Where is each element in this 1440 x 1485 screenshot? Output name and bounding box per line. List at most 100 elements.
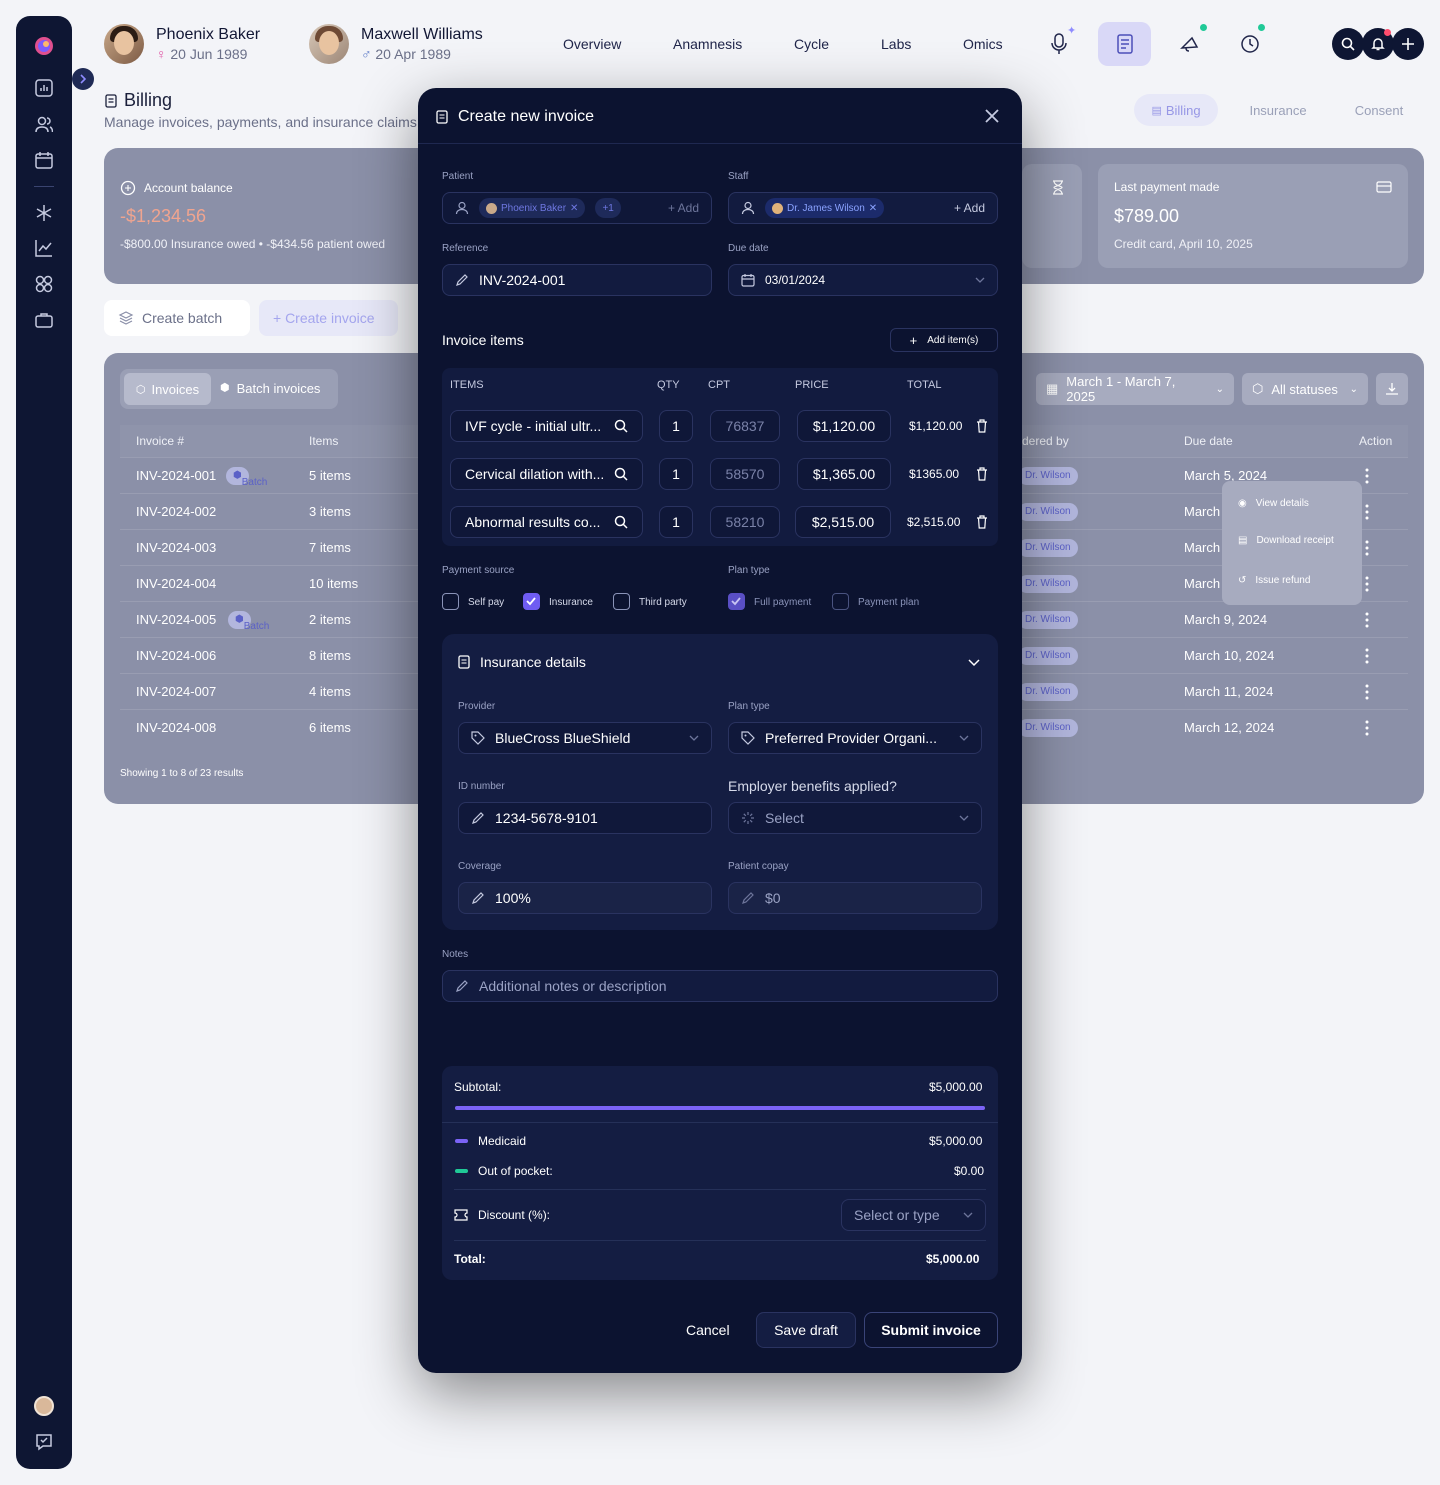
add-patient-button[interactable]: + Add — [668, 201, 699, 215]
pencil-icon — [472, 812, 484, 824]
full-payment-checkbox[interactable] — [728, 593, 745, 610]
calendar-icon[interactable] — [32, 148, 56, 172]
cancel-button[interactable]: Cancel — [686, 1322, 730, 1338]
app-logo-icon[interactable] — [32, 34, 56, 58]
megaphone-button[interactable] — [1168, 22, 1212, 66]
cpt-input[interactable]: 58210 — [710, 506, 780, 538]
history-button[interactable] — [1228, 22, 1272, 66]
patient-copay-input[interactable]: $0 — [728, 882, 982, 914]
status-filter[interactable]: ⬡ All statuses ⌄ — [1242, 373, 1368, 405]
tab-insurance[interactable]: Insurance — [1234, 94, 1322, 126]
cpt-input[interactable]: 76837 — [710, 410, 780, 442]
reference-input[interactable]: INV-2024-001 — [442, 264, 712, 296]
employer-benefits-select[interactable]: Select — [728, 802, 982, 834]
staff-chip[interactable]: Dr. James Wilson ✕ — [765, 198, 885, 218]
molecule-icon[interactable] — [32, 272, 56, 296]
price-input[interactable]: $2,515.00 — [795, 506, 891, 538]
kebab-menu-icon[interactable] — [1365, 648, 1369, 664]
modal-title-text: Create new invoice — [458, 108, 595, 125]
due-date-picker[interactable]: 03/01/2024 — [728, 264, 998, 296]
create-batch-button[interactable]: Create batch — [104, 300, 250, 336]
discount-select[interactable]: Select or type — [841, 1199, 986, 1231]
microphone-button[interactable]: ✦ — [1037, 22, 1081, 66]
dashboard-icon[interactable] — [32, 76, 56, 100]
create-invoice-button[interactable]: + Create invoice — [259, 300, 398, 336]
add-staff-button[interactable]: + Add — [954, 201, 985, 215]
notifications-button[interactable] — [1362, 28, 1394, 60]
briefcase-icon[interactable] — [32, 308, 56, 332]
nav-anamnesis[interactable]: Anamnesis — [673, 36, 742, 52]
users-icon[interactable] — [32, 112, 56, 136]
qty-input[interactable]: 1 — [659, 506, 693, 538]
patient-chip[interactable]: Phoenix Baker ✕ — [479, 198, 586, 218]
tab-invoices[interactable]: ⬡ Invoices — [124, 373, 211, 405]
sidebar-expand-button[interactable] — [72, 68, 94, 90]
notes-input[interactable]: Additional notes or description — [442, 970, 998, 1002]
user-avatar[interactable] — [32, 1394, 56, 1418]
add-items-button[interactable]: + Add item(s) — [890, 328, 998, 352]
chevron-down-icon[interactable] — [968, 659, 980, 667]
trash-icon[interactable] — [976, 467, 988, 481]
patient-header-1[interactable]: Phoenix Baker ♀ 20 Jun 1989 — [104, 24, 260, 64]
kebab-menu-icon[interactable] — [1365, 684, 1369, 700]
pencil-icon — [456, 980, 468, 992]
menu-download-receipt[interactable]: ▤ Download receipt — [1238, 535, 1334, 546]
kebab-menu-icon[interactable] — [1365, 720, 1369, 736]
analytics-icon[interactable] — [32, 236, 56, 260]
qty-input[interactable]: 1 — [659, 410, 693, 442]
menu-issue-refund[interactable]: ↺ Issue refund — [1238, 575, 1310, 586]
item-name-input[interactable]: IVF cycle - initial ultr... — [450, 410, 643, 442]
id-number-input[interactable]: 1234-5678-9101 — [458, 802, 712, 834]
kebab-menu-icon[interactable] — [1365, 468, 1369, 484]
more-chip[interactable]: +1 — [595, 198, 621, 218]
payment-plan-checkbox[interactable] — [832, 593, 849, 610]
item-name-input[interactable]: Abnormal results co... — [450, 506, 643, 538]
close-icon[interactable] — [984, 108, 1000, 124]
nav-omics[interactable]: Omics — [963, 36, 1003, 52]
close-icon[interactable]: ✕ — [869, 203, 877, 214]
date-range-filter[interactable]: ▦ March 1 - March 7, 2025 ⌄ — [1036, 373, 1234, 405]
self-pay-checkbox[interactable] — [442, 593, 459, 610]
coverage-input[interactable]: 100% — [458, 882, 712, 914]
close-icon[interactable]: ✕ — [570, 203, 578, 214]
menu-view-details[interactable]: ◉ View details — [1238, 498, 1309, 509]
snowflake-icon[interactable] — [32, 201, 56, 225]
provider-select[interactable]: BlueCross BlueShield — [458, 722, 712, 754]
tab-batch-invoices[interactable]: ⬢ Batch invoices — [220, 381, 320, 396]
add-button[interactable] — [1392, 28, 1424, 60]
kebab-menu-icon[interactable] — [1365, 540, 1369, 556]
nav-labs[interactable]: Labs — [881, 36, 911, 52]
eye-icon: ◉ — [1238, 498, 1247, 509]
billing-toolbar-button[interactable] — [1098, 22, 1151, 66]
qty-input[interactable]: 1 — [659, 458, 693, 490]
trash-icon[interactable] — [976, 419, 988, 433]
price-input[interactable]: $1,120.00 — [797, 410, 891, 442]
search-button[interactable] — [1332, 28, 1364, 60]
kebab-menu-icon[interactable] — [1365, 576, 1369, 592]
doctor-badge: Dr. Wilson — [1018, 647, 1078, 665]
patient-field[interactable]: Phoenix Baker ✕ +1 + Add — [442, 192, 712, 224]
patient-header-2[interactable]: Maxwell Williams ♂ 20 Apr 1989 — [309, 24, 483, 64]
third-party-checkbox[interactable] — [613, 593, 630, 610]
download-button[interactable] — [1376, 373, 1408, 405]
plan-type-select[interactable]: Preferred Provider Organi... — [728, 722, 982, 754]
staff-field[interactable]: Dr. James Wilson ✕ + Add — [728, 192, 998, 224]
kebab-menu-icon[interactable] — [1365, 612, 1369, 628]
submit-invoice-button[interactable]: Submit invoice — [864, 1312, 998, 1348]
insurance-checkbox[interactable] — [523, 593, 540, 610]
select-placeholder: Select — [765, 810, 804, 826]
support-chat-icon[interactable] — [32, 1430, 56, 1454]
trash-icon[interactable] — [976, 515, 988, 529]
price-input[interactable]: $1,365.00 — [797, 458, 891, 490]
kebab-menu-icon[interactable] — [1365, 504, 1369, 520]
notification-dot — [1200, 24, 1207, 31]
nav-overview[interactable]: Overview — [563, 36, 621, 52]
tab-consent[interactable]: Consent — [1340, 94, 1418, 126]
input-value: $0 — [765, 890, 781, 906]
item-name-input[interactable]: Cervical dilation with... — [450, 458, 643, 490]
cpt-input[interactable]: 58570 — [710, 458, 780, 490]
save-draft-button[interactable]: Save draft — [756, 1312, 856, 1348]
nav-cycle[interactable]: Cycle — [794, 36, 829, 52]
tab-billing[interactable]: ▤ Billing — [1134, 94, 1218, 126]
chevron-down-icon — [963, 1212, 973, 1218]
